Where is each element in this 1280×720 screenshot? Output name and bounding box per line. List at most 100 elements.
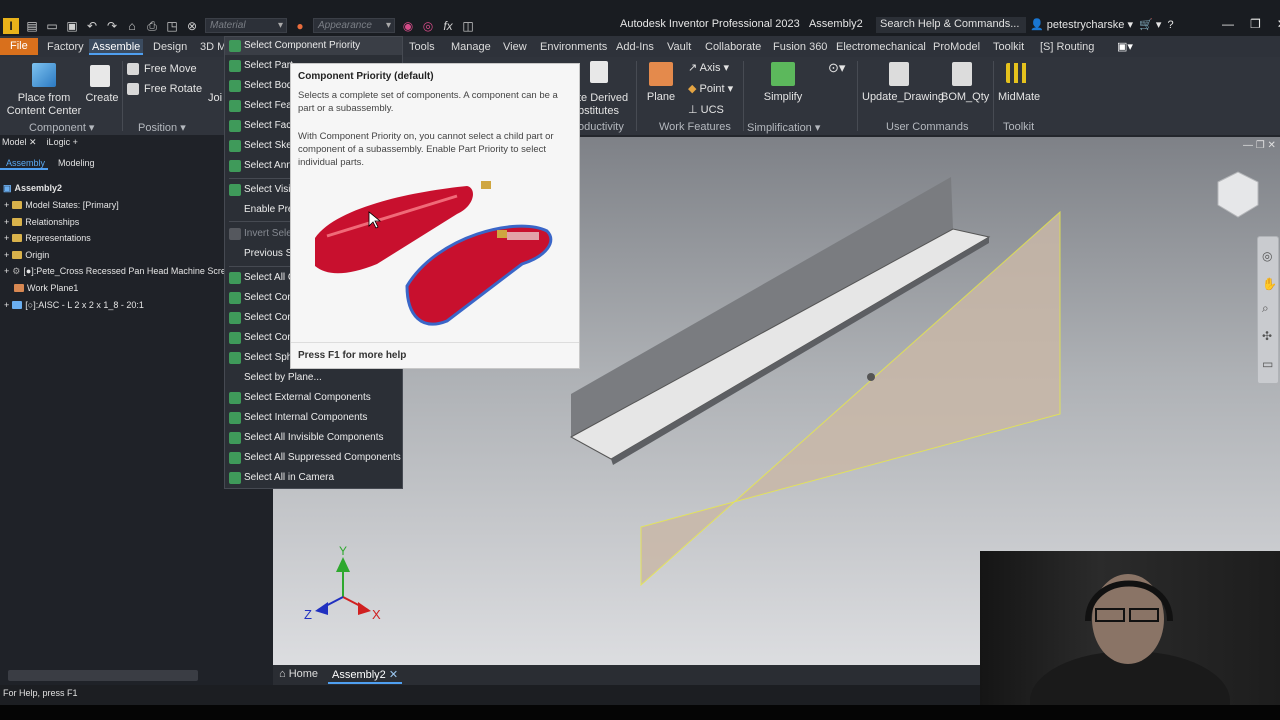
expand-icon[interactable]: + xyxy=(4,217,9,227)
tab-fusion-360[interactable]: Fusion 360 xyxy=(770,39,830,55)
group-simplification[interactable]: Simplification ▾ xyxy=(747,121,820,134)
tab-toolkit[interactable]: Toolkit xyxy=(990,39,1027,55)
expand-icon[interactable]: + xyxy=(4,266,9,276)
tab-assemble[interactable]: Assemble xyxy=(89,39,144,55)
group-component[interactable]: Component ▾ xyxy=(29,121,94,134)
subtab-modeling[interactable]: Modeling xyxy=(58,158,95,168)
tab-promodel[interactable]: ProModel xyxy=(930,39,983,55)
tab-design[interactable]: Design xyxy=(150,39,190,55)
zoom-icon[interactable]: ⌕ xyxy=(1262,301,1269,316)
tab-electromechanical[interactable]: Electromechanical xyxy=(833,39,929,55)
menu-item-select-suppressed[interactable]: Select All Suppressed Components xyxy=(225,449,402,467)
update-drawing-icon[interactable] xyxy=(889,62,909,86)
undo-icon[interactable]: ↶ xyxy=(85,19,99,33)
tree-work-plane[interactable]: Work Plane1 xyxy=(4,281,78,295)
tab-view[interactable]: View xyxy=(500,39,530,55)
tree-origin[interactable]: + Origin xyxy=(4,248,49,262)
expand-icon[interactable]: + xyxy=(4,233,9,243)
plane-button[interactable]: Plane xyxy=(641,91,681,104)
tree-angle-part[interactable]: + [○]:AISC - L 2 x 2 x 1_8 - 20:1 xyxy=(4,298,144,312)
save-icon[interactable]: ▣ xyxy=(65,19,79,33)
pan-icon[interactable]: ✋ xyxy=(1262,277,1277,291)
viewport-window-controls[interactable]: — ❐ ✕ xyxy=(1243,140,1276,151)
appearance-select[interactable]: Appearance xyxy=(313,18,395,33)
expand-icon[interactable]: + xyxy=(4,250,9,260)
redo-icon[interactable]: ↷ xyxy=(105,19,119,33)
print-icon[interactable]: ⎙ xyxy=(145,19,159,33)
tree-model-states[interactable]: + Model States: [Primary] xyxy=(4,198,119,212)
minimize-icon[interactable]: — xyxy=(1222,17,1234,31)
browser-scrollbar[interactable] xyxy=(8,670,198,681)
tab-factory[interactable]: Factory xyxy=(44,39,87,55)
plane-icon[interactable] xyxy=(649,62,673,86)
group-position[interactable]: Position ▾ xyxy=(138,121,186,134)
navigation-bar[interactable]: ◎ ✋ ⌕ ✣ ▭ xyxy=(1257,236,1279,384)
close-tab-icon[interactable]: ✕ xyxy=(389,669,398,681)
inventor-logo-icon[interactable]: I xyxy=(3,17,19,34)
tab-assembly2[interactable]: Assembly2 ✕ xyxy=(328,666,403,684)
create-button[interactable]: Create xyxy=(84,92,120,105)
tab-model[interactable]: Model ✕ xyxy=(2,137,37,148)
point-button[interactable]: ◆ Point ▾ xyxy=(688,83,733,96)
tab-routing[interactable]: [S] Routing xyxy=(1037,39,1097,55)
tab-environments[interactable]: Environments xyxy=(537,39,610,55)
menu-item-select-invisible[interactable]: Select All Invisible Components xyxy=(225,429,402,447)
video-toggle-icon[interactable]: ▣▾ xyxy=(1114,39,1136,55)
tab-vault[interactable]: Vault xyxy=(664,39,694,55)
tree-root-assembly[interactable]: ▣ Assembly2 xyxy=(3,181,62,195)
menu-item-select-by-plane[interactable]: Select by Plane... xyxy=(225,369,402,387)
tab-collaborate[interactable]: Collaborate xyxy=(702,39,764,55)
ucs-button[interactable]: ⊥ UCS xyxy=(688,104,724,117)
menu-item-select-component-priority[interactable]: Select Component Priority xyxy=(225,37,402,55)
tab-ilogic[interactable]: iLogic + xyxy=(47,137,78,148)
free-rotate-button[interactable]: Free Rotate xyxy=(144,83,202,96)
color-override-icon[interactable]: ◉ xyxy=(401,19,415,33)
measure-icon[interactable]: ◫ xyxy=(461,19,475,33)
create-component-icon[interactable] xyxy=(90,65,110,87)
tab-home[interactable]: ⌂ Home xyxy=(279,668,318,680)
place-from-content-center-icon[interactable] xyxy=(32,63,56,87)
join-button[interactable]: Joi xyxy=(208,92,222,105)
restore-icon[interactable]: ❐ xyxy=(1250,17,1261,31)
tree-screw[interactable]: + ⚙ [●]:Pete_Cross Recessed Pan Head Machi… xyxy=(4,264,232,278)
menu-item-label: Select All Suppressed Components xyxy=(244,452,401,463)
tab-add-ins[interactable]: Add-Ins xyxy=(613,39,657,55)
orbit-icon[interactable]: ✣ xyxy=(1262,329,1272,343)
select-icon[interactable]: ◳ xyxy=(165,19,179,33)
simplification-options-icon[interactable]: ⊙▾ xyxy=(828,61,845,74)
tree-relationships[interactable]: + Relationships xyxy=(4,215,79,229)
midmate-icon[interactable] xyxy=(1006,63,1030,83)
help-search-input[interactable]: Search Help & Commands... xyxy=(876,17,1026,33)
bom-qty-icon[interactable] xyxy=(952,62,972,86)
menu-item-select-in-camera[interactable]: Select All in Camera xyxy=(225,469,402,487)
derived-substitutes-button[interactable]: te Derived bstitutes xyxy=(578,92,628,118)
expand-icon[interactable]: + xyxy=(4,300,9,310)
update-drawing-button[interactable]: Update_Drawing xyxy=(862,91,944,104)
derived-substitutes-icon[interactable] xyxy=(590,61,608,83)
tab-tools[interactable]: Tools xyxy=(406,39,438,55)
place-from-content-center-button[interactable]: Place from Content Center xyxy=(4,92,84,118)
menu-item-select-external[interactable]: Select External Components xyxy=(225,389,402,407)
tab-file[interactable]: File xyxy=(0,38,38,55)
expand-icon[interactable]: + xyxy=(4,200,9,210)
menu-item-select-internal[interactable]: Select Internal Components xyxy=(225,409,402,427)
home-icon[interactable]: ⌂ xyxy=(125,19,139,33)
subtab-assembly[interactable]: Assembly xyxy=(0,158,48,170)
tree-representations[interactable]: + Representations xyxy=(4,231,91,245)
material-select[interactable]: Material xyxy=(205,18,287,33)
steering-wheel-icon[interactable]: ◎ xyxy=(1262,249,1272,263)
midmate-button[interactable]: MidMate xyxy=(998,91,1040,104)
fx-parameters-icon[interactable]: fx xyxy=(441,19,455,33)
free-move-button[interactable]: Free Move xyxy=(144,63,197,76)
tab-manage[interactable]: Manage xyxy=(448,39,494,55)
look-at-icon[interactable]: ▭ xyxy=(1262,357,1273,371)
simplify-icon[interactable] xyxy=(771,62,795,86)
open-icon[interactable]: ▭ xyxy=(45,19,59,33)
new-icon[interactable]: ▤ xyxy=(25,19,39,33)
simplify-button[interactable]: Simplify xyxy=(758,91,808,104)
clear-appearance-icon[interactable]: ◎ xyxy=(421,19,435,33)
bom-qty-button[interactable]: BOM_Qty xyxy=(941,91,989,104)
user-account[interactable]: 👤 petestrycharske ▾ 🛒 ▾ ? xyxy=(1030,18,1174,31)
close-doc-icon[interactable]: ⊗ xyxy=(185,19,199,33)
axis-button[interactable]: ↗ Axis ▾ xyxy=(688,62,729,75)
